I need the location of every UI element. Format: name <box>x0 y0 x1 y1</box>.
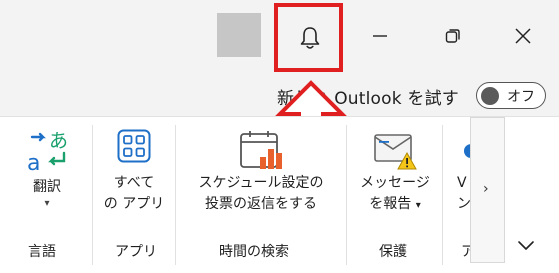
restore-button[interactable] <box>433 18 473 54</box>
group-label-language: 言語 <box>28 244 56 260</box>
bell-icon <box>300 27 320 49</box>
group-find-time: スケジュール設定の 投票の返信をする 時間の検索 <box>176 117 346 273</box>
chevron-down-icon[interactable] <box>515 234 537 256</box>
title-bar <box>0 0 559 75</box>
partial-addin-button[interactable]: V ン <box>457 129 470 215</box>
all-apps-label-line1: すべて <box>113 175 155 191</box>
group-label-addins-partial: ア <box>461 244 470 260</box>
minimize-button[interactable] <box>360 18 400 54</box>
restore-icon <box>445 29 460 43</box>
toggle-state-text: オフ <box>507 89 535 105</box>
report-message-label-line2: を報告 ▾ <box>353 194 437 216</box>
partial-addin-label-line2: ン <box>457 196 470 212</box>
group-label-protection: 保護 <box>379 244 407 260</box>
chevron-down-icon: ▾ <box>44 198 50 209</box>
scheduling-poll-button[interactable]: スケジュール設定の 投票の返信をする <box>182 129 340 215</box>
svg-text:あ: あ <box>49 130 68 152</box>
try-new-outlook-toggle[interactable]: オフ <box>476 82 546 109</box>
close-button[interactable] <box>503 18 543 54</box>
notifications-button[interactable] <box>274 3 343 72</box>
avatar[interactable] <box>217 13 261 57</box>
all-apps-icon <box>117 129 151 163</box>
scheduling-poll-label-line2: 投票の返信をする <box>205 196 317 212</box>
report-message-icon <box>374 134 417 170</box>
all-apps-label-line2: の アプリ <box>103 196 165 212</box>
group-label-apps: アプリ <box>115 244 157 260</box>
report-message-button[interactable]: メッセージ を報告 ▾ <box>353 129 437 216</box>
svg-text:a: a <box>27 151 40 173</box>
group-label-find-time: 時間の検索 <box>219 244 289 260</box>
partial-addin-icon <box>464 144 470 158</box>
translate-icon: あ a <box>27 130 68 173</box>
report-message-label-text: を報告 <box>369 196 412 212</box>
ribbon-scroll-right-button[interactable]: › <box>470 117 505 263</box>
all-apps-button[interactable]: すべて の アプリ <box>99 129 169 215</box>
group-language: あ a 翻訳 ▾ 言語 <box>0 117 92 273</box>
minimize-icon <box>373 35 387 37</box>
scheduling-poll-icon <box>240 131 282 169</box>
translate-label: 翻訳 <box>33 179 61 195</box>
toggle-knob <box>481 86 499 105</box>
group-apps: すべて の アプリ アプリ <box>93 117 175 273</box>
ribbon-scroll-right-label: › <box>483 181 489 197</box>
scheduling-poll-label-line1: スケジュール設定の <box>198 175 324 191</box>
report-message-label-line1: メッセージ <box>360 175 430 191</box>
close-icon <box>515 28 531 44</box>
chevron-down-icon: ▾ <box>415 200 421 211</box>
group-addins-partial: V ン ア <box>443 117 470 273</box>
translate-button[interactable]: あ a 翻訳 ▾ <box>12 129 82 210</box>
partial-addin-label-line1: V <box>457 175 467 191</box>
group-protection: メッセージ を報告 ▾ 保護 <box>347 117 442 273</box>
